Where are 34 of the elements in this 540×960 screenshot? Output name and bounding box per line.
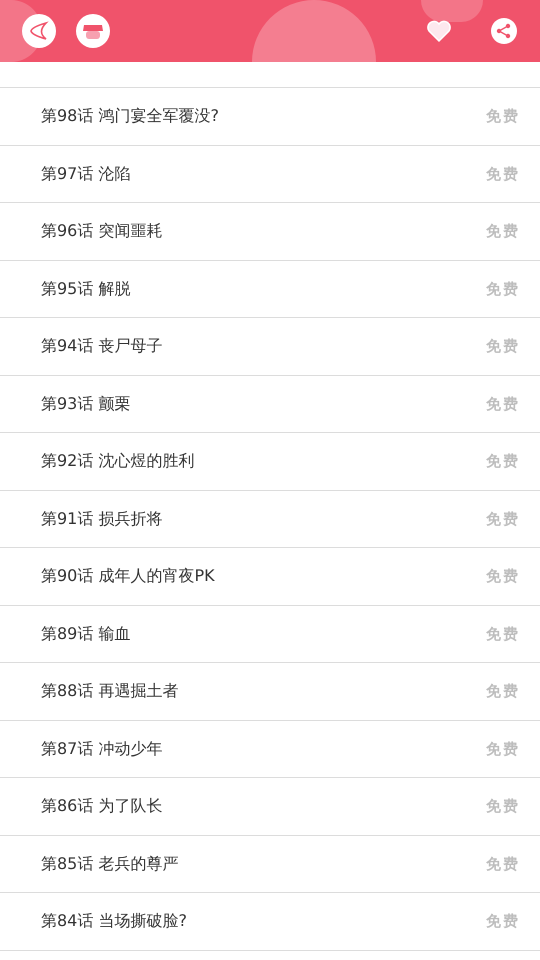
chapter-title[interactable]: 第98话 鸿门宴全军覆没? xyxy=(41,104,219,128)
price-label: 免费 xyxy=(486,278,520,300)
price-label: 免费 xyxy=(486,911,520,932)
chapter-title[interactable]: 第91话 损兵折将 xyxy=(41,506,162,531)
chapter-title[interactable]: 第92话 沈心煜的胜利 xyxy=(41,449,194,474)
share-icon[interactable] xyxy=(490,17,518,45)
price-label: 免费 xyxy=(486,681,520,702)
chapter-title[interactable]: 第86话 为了队长 xyxy=(41,794,162,818)
chapter-title[interactable]: 第97话 沦陷 xyxy=(41,162,130,186)
shop-icon[interactable] xyxy=(76,14,110,48)
price-label: 免费 xyxy=(486,796,520,817)
chapter-title[interactable]: 第85话 老兵的尊严 xyxy=(41,852,178,876)
price-label: 免费 xyxy=(486,738,520,760)
price-label: 免费 xyxy=(486,164,520,184)
price-label: 免费 xyxy=(486,394,520,414)
chapter-title[interactable]: 第96话 突闻噩耗 xyxy=(41,219,162,244)
chapter-title[interactable]: 第89话 输血 xyxy=(41,622,130,646)
chapter-title[interactable]: 第95话 解脱 xyxy=(41,276,130,301)
price-label: 免费 xyxy=(486,451,520,472)
price-label: 免费 xyxy=(486,624,520,644)
chapter-title[interactable]: 第90话 成年人的宵夜PK xyxy=(41,564,215,588)
chapter-title[interactable]: 第94话 丧尸母子 xyxy=(41,334,162,358)
price-label: 免费 xyxy=(486,221,520,242)
price-label: 免费 xyxy=(486,106,520,127)
chapter-title[interactable]: 第93话 颤栗 xyxy=(41,392,130,416)
price-label: 免费 xyxy=(486,336,520,357)
chapter-title[interactable]: 第87话 冲动少年 xyxy=(41,736,162,761)
chapter-title[interactable]: 第88话 再遇掘土者 xyxy=(41,679,178,704)
price-label: 免费 xyxy=(486,508,520,530)
price-label: 免费 xyxy=(486,854,520,874)
back-icon[interactable] xyxy=(22,14,56,48)
heart-icon[interactable] xyxy=(426,19,452,43)
price-label: 免费 xyxy=(486,566,520,587)
chapter-title[interactable]: 第84话 当场撕破脸? xyxy=(41,909,187,934)
